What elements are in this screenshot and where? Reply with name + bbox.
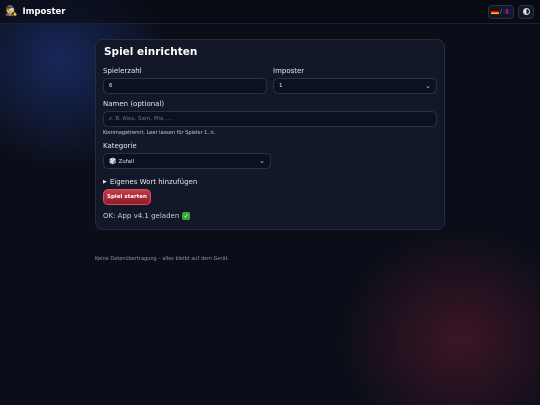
imposters-label: Imposter [273,67,305,75]
category-label: Kategorie [103,142,137,150]
app-title: Imposter [22,6,66,17]
german-flag-icon [491,9,500,14]
check-mark-icon: ✓ [182,212,191,220]
players-group: Spielerzahl 6 [103,67,267,94]
brand: 🕵️ Imposter [5,5,66,17]
names-hint: Kommagetrennt. Leer lassen für Spieler 1… [103,130,216,136]
card-title: Spiel einrichten [104,46,198,58]
imposters-value: 1 [279,83,283,89]
chevron-down-icon: ⌄ [259,157,265,165]
triangle-right-icon: ▶ [103,179,107,185]
top-bar: 🕵️ Imposter / [0,0,540,24]
language-toggle-button[interactable]: / [488,4,514,19]
dice-icon: 🎲 [109,157,117,165]
category-group: Kategorie 🎲 Zufall ⌄ [103,142,271,169]
category-selected: 🎲 Zufall [109,158,134,165]
language-separator: / [500,8,502,15]
category-value: Zufall [118,158,135,165]
start-game-button[interactable]: Spiel starten [103,189,151,205]
names-group: Namen (optional) z. B. Alex, Sam, Mia, …… [103,100,437,136]
players-value: 6 [109,83,113,89]
players-input[interactable]: 6 [103,78,267,94]
setup-card: Spiel einrichten Spielerzahl 6 Imposter … [95,39,445,230]
uk-flag-icon [502,9,511,14]
names-placeholder: z. B. Alex, Sam, Mia, … [109,116,173,122]
contrast-icon [522,8,530,15]
chevron-down-icon: ⌄ [425,82,431,90]
top-actions: / [488,4,534,19]
status-message: OK: App v4.1 geladen ✓ [103,212,437,220]
custom-word-toggle[interactable]: ▶ Eigenes Wort hinzufügen [103,178,437,186]
names-input[interactable]: z. B. Alex, Sam, Mia, … [103,111,437,127]
names-label: Namen (optional) [103,100,165,108]
status-text: OK: App v4.1 geladen [103,212,180,220]
privacy-note: Keine Datenübertragung – alles bleibt au… [95,256,230,262]
imposters-select[interactable]: 1 ⌄ [273,78,437,94]
imposters-group: Imposter 1 ⌄ [273,67,437,94]
spy-icon: 🕵️ [5,5,18,17]
theme-toggle-button[interactable] [518,4,534,19]
category-select[interactable]: 🎲 Zufall ⌄ [103,153,271,169]
custom-word-label: Eigenes Wort hinzufügen [109,178,198,186]
players-label: Spielerzahl [103,67,142,75]
count-row: Spielerzahl 6 Imposter 1 ⌄ [103,67,437,94]
